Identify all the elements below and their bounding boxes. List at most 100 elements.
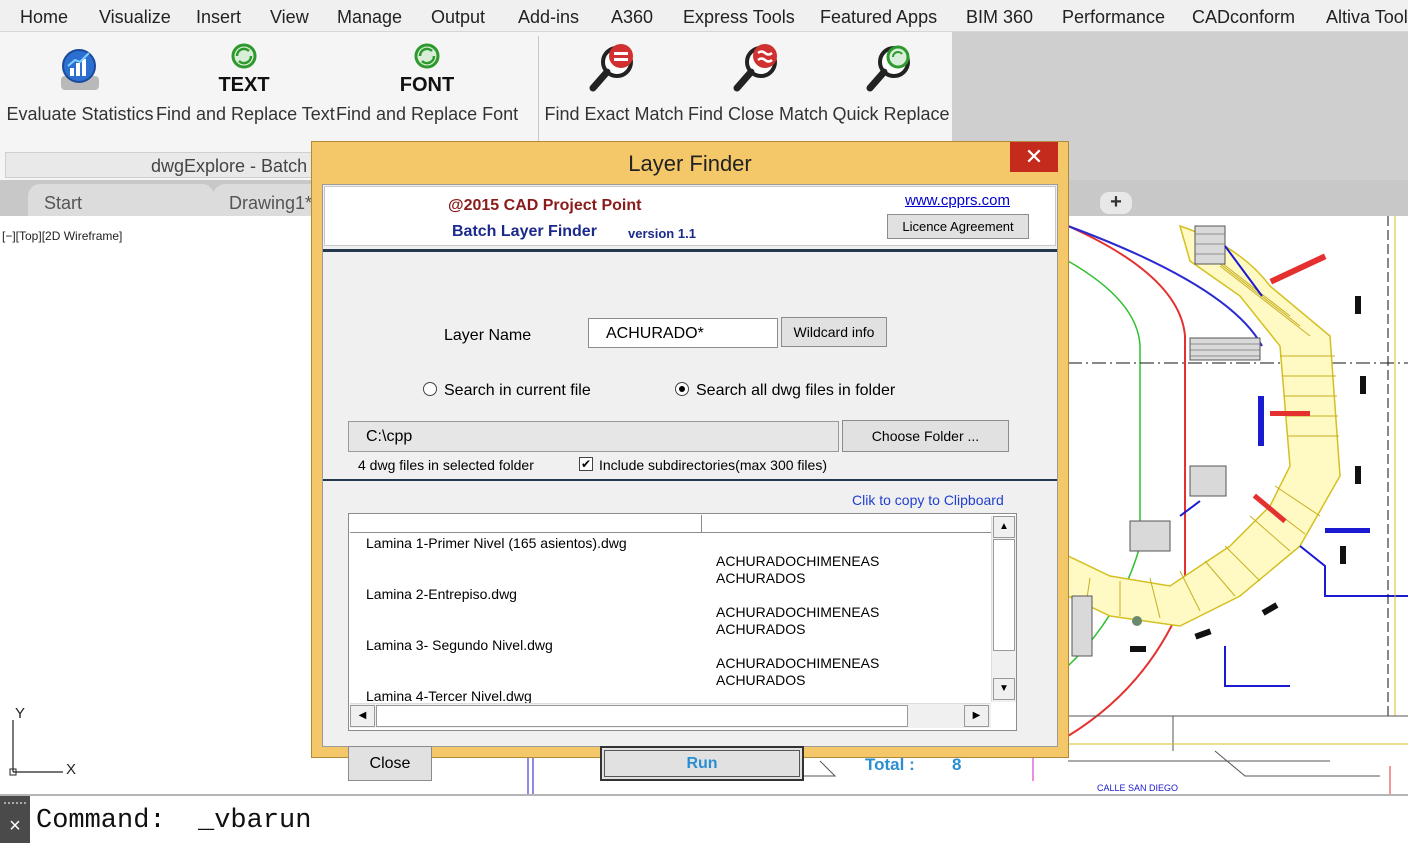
header-divider [323,249,1057,252]
find-replace-text-button[interactable]: TEXT Find and Replace Text [156,38,335,142]
magnifier-exact-icon [589,44,633,92]
layer-finder-dialog: Layer Finder ✕ @2015 CAD Project Point B… [311,141,1069,781]
file-count-text: 4 dwg files in selected folder [358,457,534,473]
tab-drawing1-label: Drawing1* [229,193,313,213]
menu-view[interactable]: View [270,7,309,28]
version-text: version 1.1 [628,226,696,241]
menu-bim-360[interactable]: BIM 360 [966,7,1033,28]
horizontal-scrollbar[interactable]: ◀ ▶ [350,703,991,728]
copyright-text: @2015 CAD Project Point [448,197,642,214]
search-current-file-radio[interactable] [423,382,437,396]
result-file: Lamina 1-Primer Nivel (165 asientos).dwg [366,535,627,551]
dialog-title: Layer Finder [628,151,752,176]
scroll-left-button[interactable]: ◀ [350,705,375,727]
menu-featured-apps[interactable]: Featured Apps [820,7,937,28]
quick-replace-label: Quick Replace [832,104,950,124]
options-divider [323,479,1057,481]
menu-express-tools[interactable]: Express Tools [683,7,795,28]
result-file: Lamina 2-Entrepiso.dwg [366,586,517,602]
menu-bar: Home Visualize Insert View Manage Output… [0,0,1408,32]
list-column-header-layers[interactable] [702,515,991,533]
tab-drawing1[interactable]: Drawing1* [213,184,323,216]
evaluate-statistics-label: Evaluate Statistics [6,104,154,124]
result-layer: ACHURADOCHIMENEAS [716,655,880,671]
list-column-header-file[interactable] [350,515,702,533]
tab-start[interactable]: Start [28,184,214,216]
scroll-up-button[interactable]: ▲ [993,516,1015,538]
search-all-files-radio[interactable] [675,382,689,396]
licence-agreement-button[interactable]: Licence Agreement [887,214,1029,239]
find-exact-match-label: Find Exact Match [544,104,684,124]
checkmark-icon: ✔ [580,457,592,471]
result-layer: ACHURADOCHIMENEAS [716,604,880,620]
run-button[interactable]: Run [600,746,804,781]
total-value: 8 [952,755,962,774]
menu-insert[interactable]: Insert [196,7,241,28]
result-layer: ACHURADOCHIMENEAS [716,553,880,569]
horizontal-scroll-thumb[interactable] [376,705,908,727]
menu-add-ins[interactable]: Add-ins [518,7,579,28]
wildcard-info-button[interactable]: Wildcard info [781,317,887,347]
include-subdirectories-label[interactable]: Include subdirectories(max 300 files) [599,457,827,473]
layer-name-label: Layer Name [444,327,532,344]
menu-visualize[interactable]: Visualize [99,7,171,28]
ucs-icon: Y X [9,706,76,776]
scroll-down-button[interactable]: ▼ [993,678,1015,700]
layer-name-input[interactable]: ACHURADO* [588,318,778,348]
command-text: Command: _vbarun [36,806,312,836]
choose-folder-button[interactable]: Choose Folder ... [842,420,1009,452]
menu-a360[interactable]: A360 [611,7,653,28]
close-icon: × [9,815,21,837]
arrow-up-icon: ▲ [999,521,1009,532]
scroll-right-button[interactable]: ▶ [964,705,989,727]
svg-text:FONT: FONT [400,74,454,96]
new-tab-button[interactable]: + [1100,192,1132,214]
folder-path-input[interactable]: C:\cpp [348,421,839,452]
magnifier-close-icon [733,44,777,92]
menu-home[interactable]: Home [20,7,68,28]
menu-manage[interactable]: Manage [337,7,402,28]
arrow-down-icon: ▼ [999,683,1009,694]
arrow-left-icon: ◀ [358,710,367,721]
vertical-scrollbar[interactable]: ▲ ▼ [991,516,1016,702]
svg-text:TEXT: TEXT [218,74,269,96]
tab-start-label: Start [44,193,83,213]
evaluate-statistics-button[interactable]: Evaluate Statistics [6,38,154,142]
search-current-file-label[interactable]: Search in current file [444,382,591,400]
ucs-y-label: Y [15,706,25,722]
command-line[interactable]: × Command: _vbarun [0,794,1408,843]
menu-performance[interactable]: Performance [1062,7,1165,28]
street-label: CALLE SAN DIEGO [1097,783,1178,793]
website-link[interactable]: www.cpprs.com [905,192,1010,209]
quick-replace-button[interactable]: Quick Replace [832,38,950,142]
include-subdirectories-checkbox[interactable]: ✔ [579,457,593,471]
total-label: Total : [865,755,915,774]
ribbon-separator [538,36,539,146]
font-replace-icon: FONT [400,43,454,96]
menu-output[interactable]: Output [431,7,485,28]
dialog-header: @2015 CAD Project Point Batch Layer Find… [324,186,1056,246]
find-replace-font-button[interactable]: FONT Find and Replace Font [336,38,518,142]
results-list[interactable]: Lamina 1-Primer Nivel (165 asientos).dwg… [348,513,1017,731]
command-line-grip[interactable] [4,802,26,810]
ucs-x-label: X [66,761,76,776]
result-file: Lamina 3- Segundo Nivel.dwg [366,637,553,653]
menu-cadconform[interactable]: CADconform [1192,7,1295,28]
close-button[interactable]: Close [348,746,432,781]
copy-to-clipboard-link[interactable]: Clik to copy to Clipboard [852,492,1004,508]
result-layer: ACHURADOS [716,672,806,688]
result-layer: ACHURADOS [716,570,806,586]
vertical-scroll-thumb[interactable] [993,539,1015,651]
find-exact-match-button[interactable]: Find Exact Match [544,38,684,142]
magnifier-replace-icon [866,45,910,92]
text-replace-icon: TEXT [218,43,270,96]
dialog-close-button[interactable]: ✕ [1010,142,1058,172]
result-file: Lamina 4-Tercer Nivel.dwg [366,688,532,704]
find-close-match-label: Find Close Match [688,104,829,124]
menu-altiva-tools[interactable]: Altiva Tools [1326,7,1408,28]
search-all-files-label[interactable]: Search all dwg files in folder [696,382,895,400]
find-close-match-button[interactable]: Find Close Match [688,38,828,142]
command-line-close-button[interactable]: × [0,796,30,843]
find-replace-text-label: Find and Replace Text [156,104,335,124]
result-layer: ACHURADOS [716,621,806,637]
